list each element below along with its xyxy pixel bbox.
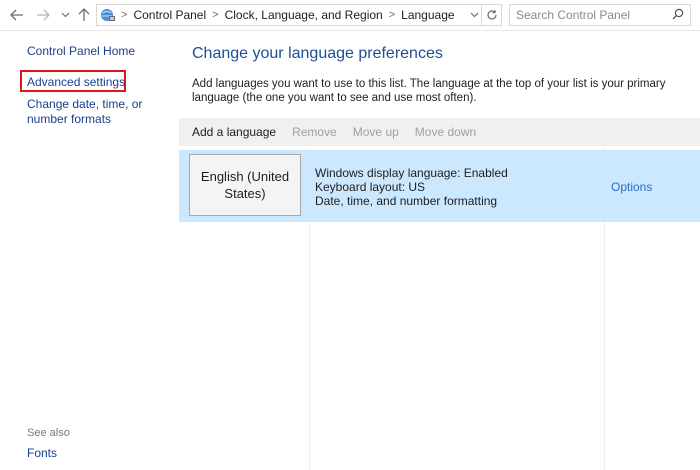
search-input[interactable]: Search Control Panel bbox=[516, 5, 630, 25]
language-detail-display: Windows display language: Enabled bbox=[315, 166, 508, 180]
breadcrumb-clock-language-region[interactable]: Clock, Language, and Region bbox=[225, 8, 383, 22]
move-up-button[interactable]: Move up bbox=[353, 125, 399, 139]
language-name-button[interactable]: English (United States) bbox=[189, 154, 301, 216]
address-box[interactable]: > Control Panel > Clock, Language, and R… bbox=[96, 4, 502, 26]
recent-locations-chevron-icon[interactable] bbox=[56, 5, 74, 25]
language-details: Windows display language: Enabled Keyboa… bbox=[315, 166, 508, 208]
language-row[interactable]: English (United States) Windows display … bbox=[179, 150, 700, 222]
language-toolbar: Add a language Remove Move up Move down bbox=[179, 118, 700, 146]
move-down-button[interactable]: Move down bbox=[415, 125, 476, 139]
language-detail-formatting: Date, time, and number formatting bbox=[315, 194, 498, 208]
change-date-time-number-formats-link[interactable]: Change date, time, or number formats bbox=[27, 97, 177, 127]
see-also-label: See also bbox=[27, 427, 70, 439]
advanced-settings-link[interactable]: Advanced settings bbox=[27, 75, 125, 90]
search-icon[interactable] bbox=[672, 8, 684, 23]
language-name: English (United States) bbox=[200, 169, 290, 201]
control-panel-home-link[interactable]: Control Panel Home bbox=[27, 44, 135, 59]
address-bar-row: > Control Panel > Clock, Language, and R… bbox=[0, 0, 700, 31]
add-language-button[interactable]: Add a language bbox=[192, 125, 276, 139]
page-title: Change your language preferences bbox=[192, 45, 443, 62]
left-pane: Control Panel Home Advanced settings Cha… bbox=[0, 31, 178, 470]
page-description: Add languages you want to use to this li… bbox=[192, 78, 666, 104]
search-box[interactable]: Search Control Panel bbox=[509, 4, 691, 26]
fonts-link[interactable]: Fonts bbox=[27, 446, 57, 461]
remove-button[interactable]: Remove bbox=[292, 125, 337, 139]
up-arrow-icon[interactable] bbox=[75, 5, 93, 25]
breadcrumb-language[interactable]: Language bbox=[401, 8, 454, 22]
refresh-icon[interactable] bbox=[481, 5, 501, 25]
control-panel-icon bbox=[99, 6, 117, 24]
back-arrow-icon[interactable] bbox=[8, 5, 26, 25]
language-list: English (United States) Windows display … bbox=[179, 148, 700, 470]
forward-arrow-icon[interactable] bbox=[34, 5, 52, 25]
address-dropdown-chevron-icon[interactable] bbox=[467, 5, 481, 25]
language-detail-keyboard: Keyboard layout: US bbox=[315, 180, 426, 194]
breadcrumb: > Control Panel > Clock, Language, and R… bbox=[121, 8, 455, 22]
language-options-link[interactable]: Options bbox=[611, 180, 652, 194]
breadcrumb-control-panel[interactable]: Control Panel bbox=[133, 8, 206, 22]
